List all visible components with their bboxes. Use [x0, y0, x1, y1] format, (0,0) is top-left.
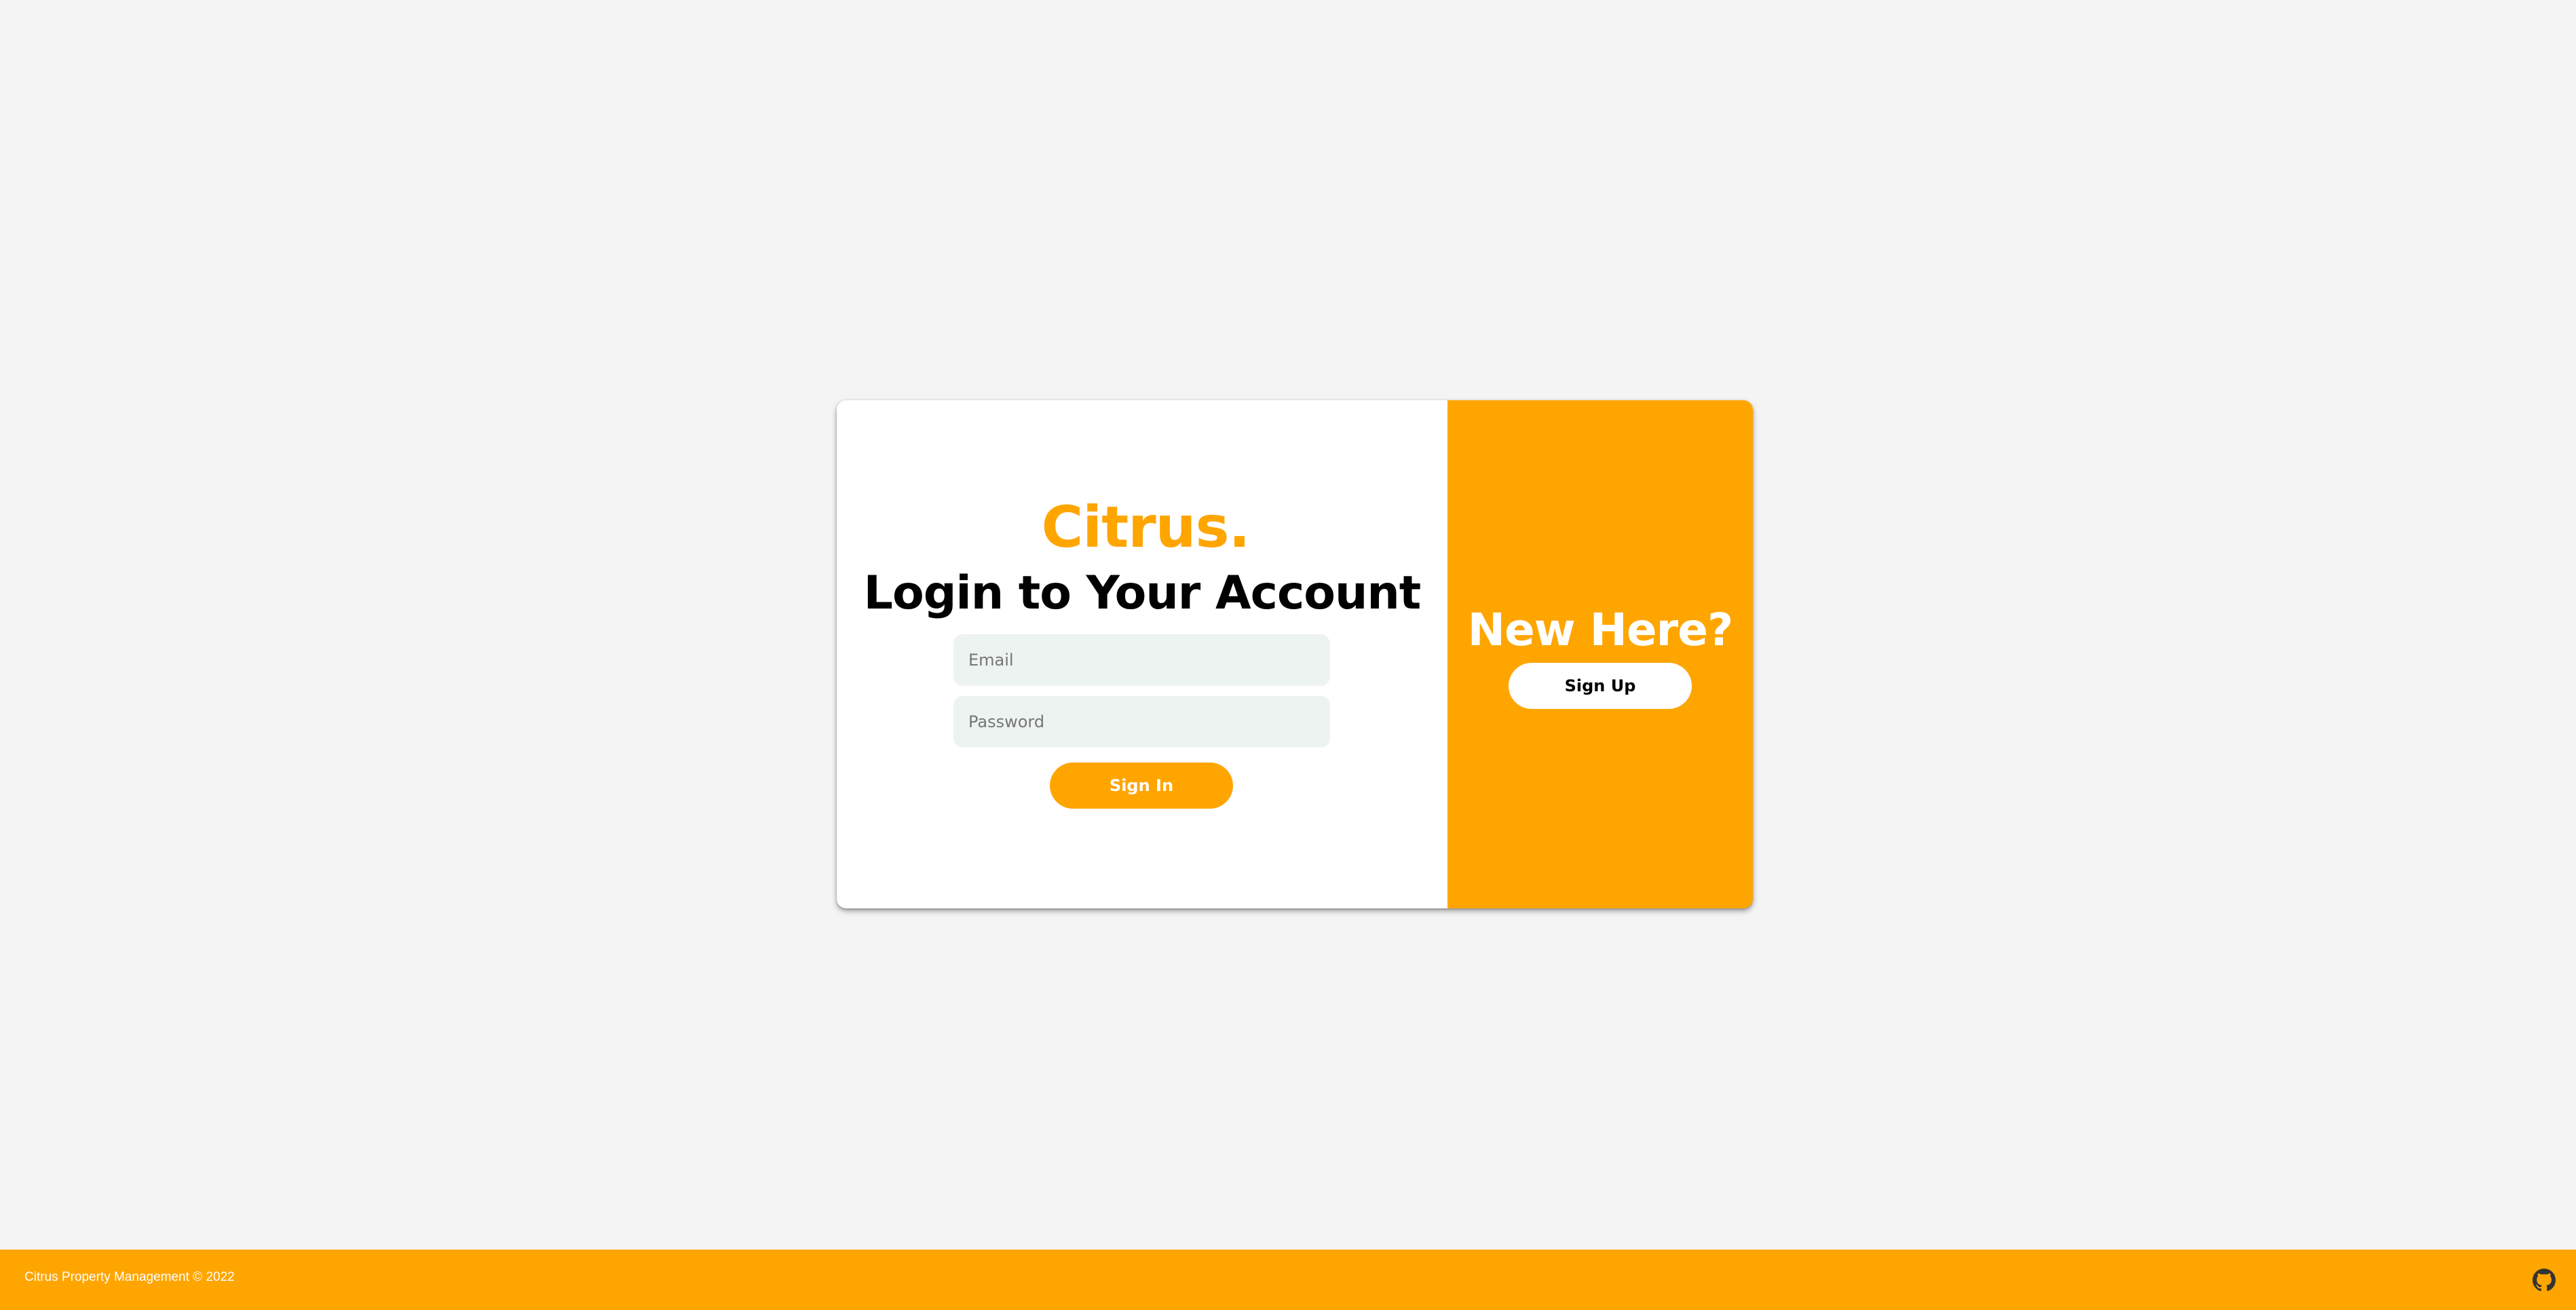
- login-page: Citrus. Login to Your Account Sign In Ne…: [0, 0, 2576, 1310]
- sign-up-button[interactable]: Sign Up: [1509, 663, 1692, 709]
- github-icon[interactable]: [2533, 1269, 2556, 1292]
- login-panel: Citrus. Login to Your Account Sign In: [837, 400, 1447, 908]
- brand-logo: Citrus.: [1041, 494, 1251, 560]
- page-title: Login to Your Account: [863, 566, 1422, 620]
- signup-panel: New Here? Sign Up: [1447, 400, 1753, 908]
- signup-heading: New Here?: [1467, 604, 1734, 656]
- sign-in-button[interactable]: Sign In: [1050, 763, 1233, 809]
- email-field[interactable]: [953, 634, 1330, 686]
- password-field[interactable]: [953, 696, 1330, 748]
- login-card: Citrus. Login to Your Account Sign In Ne…: [837, 400, 1753, 908]
- footer: Citrus Property Management © 2022: [0, 1250, 2576, 1310]
- footer-copyright: Citrus Property Management © 2022: [24, 1270, 235, 1284]
